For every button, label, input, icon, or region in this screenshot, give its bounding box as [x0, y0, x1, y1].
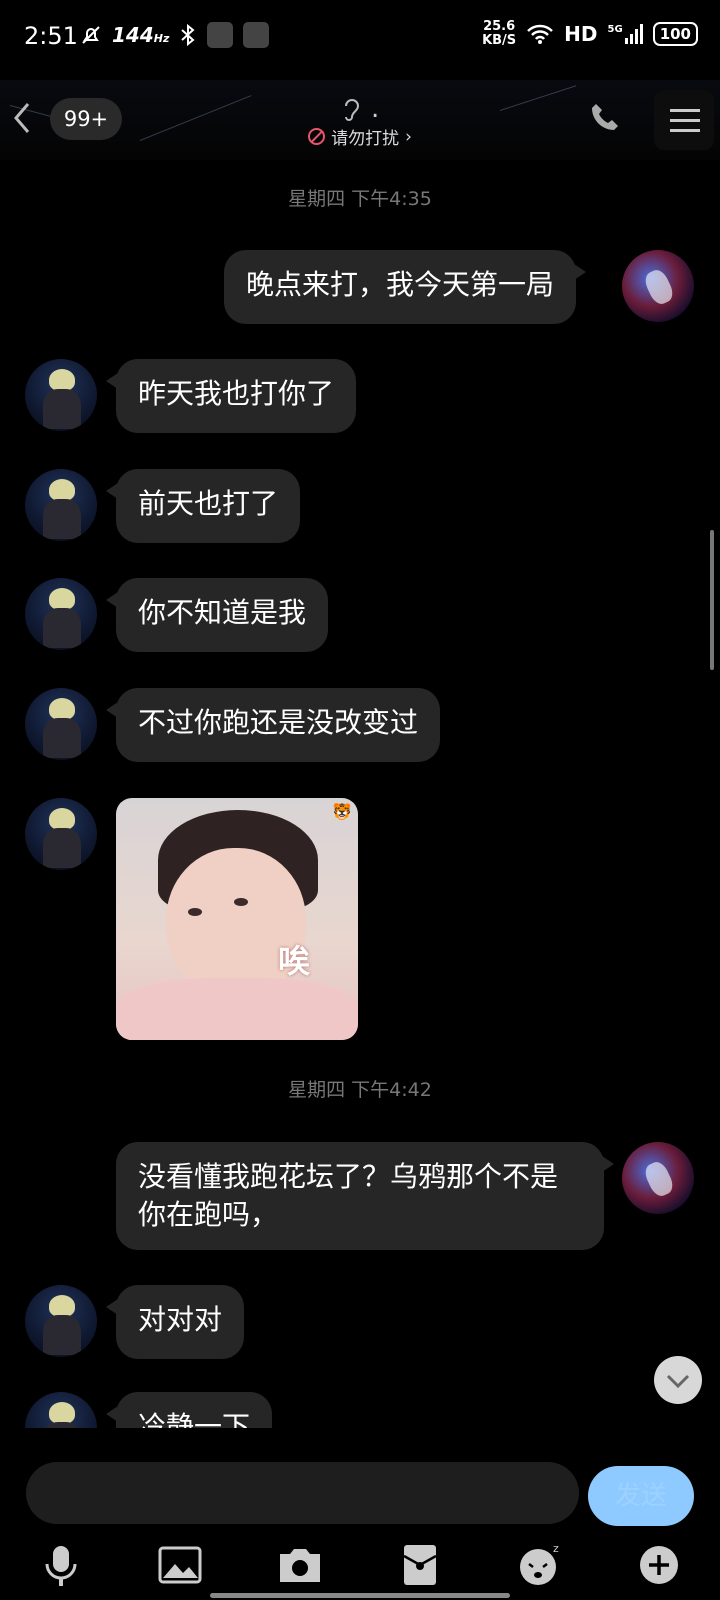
- message-bubble-other[interactable]: 昨天我也打你了: [105, 359, 357, 433]
- message-bubble-self[interactable]: 晚点来打，我今天第一局: [224, 250, 587, 324]
- chevron-right-icon: ›: [405, 126, 412, 147]
- sticker-message[interactable]: 唉 🐯: [116, 798, 358, 1040]
- image-icon: [158, 1546, 202, 1584]
- refresh-rate: 144Hz: [112, 23, 170, 47]
- self-avatar[interactable]: [622, 1142, 694, 1214]
- signal-bars-icon: [624, 24, 643, 44]
- phone-icon: [592, 104, 618, 130]
- contact-avatar[interactable]: [25, 359, 97, 431]
- more-button[interactable]: [634, 1540, 684, 1590]
- contact-avatar[interactable]: [25, 1285, 97, 1357]
- camera-icon: [280, 1549, 320, 1582]
- microphone-icon: [45, 1546, 77, 1586]
- contact-avatar[interactable]: [25, 1392, 97, 1428]
- voice-button[interactable]: [36, 1540, 86, 1590]
- message-bubble-other[interactable]: 对对对: [105, 1285, 245, 1359]
- do-not-disturb-status[interactable]: 请勿打扰 ›: [308, 124, 412, 149]
- mute-bell-icon: [82, 26, 100, 44]
- hd-label: HD: [564, 22, 598, 46]
- battery-icon: 100: [652, 22, 698, 46]
- scroll-to-bottom-button[interactable]: [654, 1356, 702, 1404]
- chat-header: 99+ . 请勿打扰 ›: [0, 80, 720, 160]
- no-disturb-icon: [308, 128, 326, 145]
- message-list[interactable]: 星期四 下午4:35 晚点来打，我今天第一局 昨天我也打你了 前天也打了 你不知…: [0, 160, 720, 1428]
- contact-avatar[interactable]: [25, 688, 97, 760]
- composer-toolbar: z: [0, 1540, 720, 1590]
- message-bubble-other[interactable]: 你不知道是我: [105, 578, 329, 652]
- emoji-icon: z: [520, 1542, 559, 1585]
- red-packet-button[interactable]: [395, 1540, 445, 1590]
- message-bubble-other[interactable]: 前天也打了: [105, 469, 301, 543]
- emoji-button[interactable]: z: [515, 1540, 565, 1590]
- timestamp: 星期四 下午4:42: [288, 1079, 432, 1101]
- hamburger-line: [670, 119, 700, 122]
- ear-icon: [344, 98, 359, 121]
- camera-button[interactable]: [275, 1540, 325, 1590]
- sticker-caption: 唉: [278, 942, 311, 980]
- home-indicator[interactable]: [210, 1593, 510, 1598]
- status-right-icons: 25.6 KB/S HD 5G 100: [482, 20, 698, 48]
- message-bubble-other[interactable]: 不过你跑还是没改变过: [105, 688, 441, 762]
- hamburger-line: [670, 129, 700, 132]
- self-avatar[interactable]: [622, 250, 694, 322]
- svg-text:z: z: [553, 1542, 559, 1555]
- chevron-down-icon: [666, 1374, 690, 1388]
- timestamp: 星期四 下午4:35: [288, 188, 432, 210]
- contact-name: .: [371, 94, 380, 124]
- sticker-badge-icon: 🐯: [332, 802, 352, 821]
- signal-indicator: 5G: [608, 24, 643, 44]
- message-bubble-self[interactable]: 没看懂我跑花坛了？乌鸦那个不是你在跑吗，: [116, 1142, 614, 1250]
- mail-notification-icon: [243, 22, 270, 48]
- image-button[interactable]: [155, 1540, 205, 1590]
- scrollbar[interactable]: [710, 530, 714, 670]
- plus-icon: [640, 1546, 678, 1584]
- call-button[interactable]: [588, 100, 628, 140]
- hamburger-line: [670, 109, 700, 112]
- sticker-clothes: [116, 978, 358, 1040]
- app-notification-icon: [207, 22, 234, 48]
- status-time: 2:51: [24, 22, 78, 50]
- input-bar: 发送: [0, 1460, 720, 1530]
- dnd-label: 请勿打扰: [331, 129, 400, 149]
- contact-avatar[interactable]: [25, 578, 97, 650]
- bluetooth-icon: [181, 23, 195, 47]
- sticker-eye: [234, 898, 248, 906]
- red-packet-icon: [403, 1545, 437, 1585]
- sticker-eye: [188, 908, 202, 916]
- message-bubble-other[interactable]: 冷静一下: [105, 1392, 273, 1428]
- status-bar: 2:51 144Hz 25.6 KB/S HD 5G 100: [0, 0, 720, 72]
- send-button[interactable]: 发送: [588, 1466, 694, 1526]
- network-speed: 25.6 KB/S: [482, 19, 517, 48]
- menu-button[interactable]: [654, 90, 714, 150]
- contact-avatar[interactable]: [25, 469, 97, 541]
- status-left-icons: 144Hz: [80, 22, 270, 48]
- message-input[interactable]: [26, 1462, 579, 1524]
- wifi-icon: [527, 24, 554, 44]
- contact-avatar[interactable]: [25, 798, 97, 870]
